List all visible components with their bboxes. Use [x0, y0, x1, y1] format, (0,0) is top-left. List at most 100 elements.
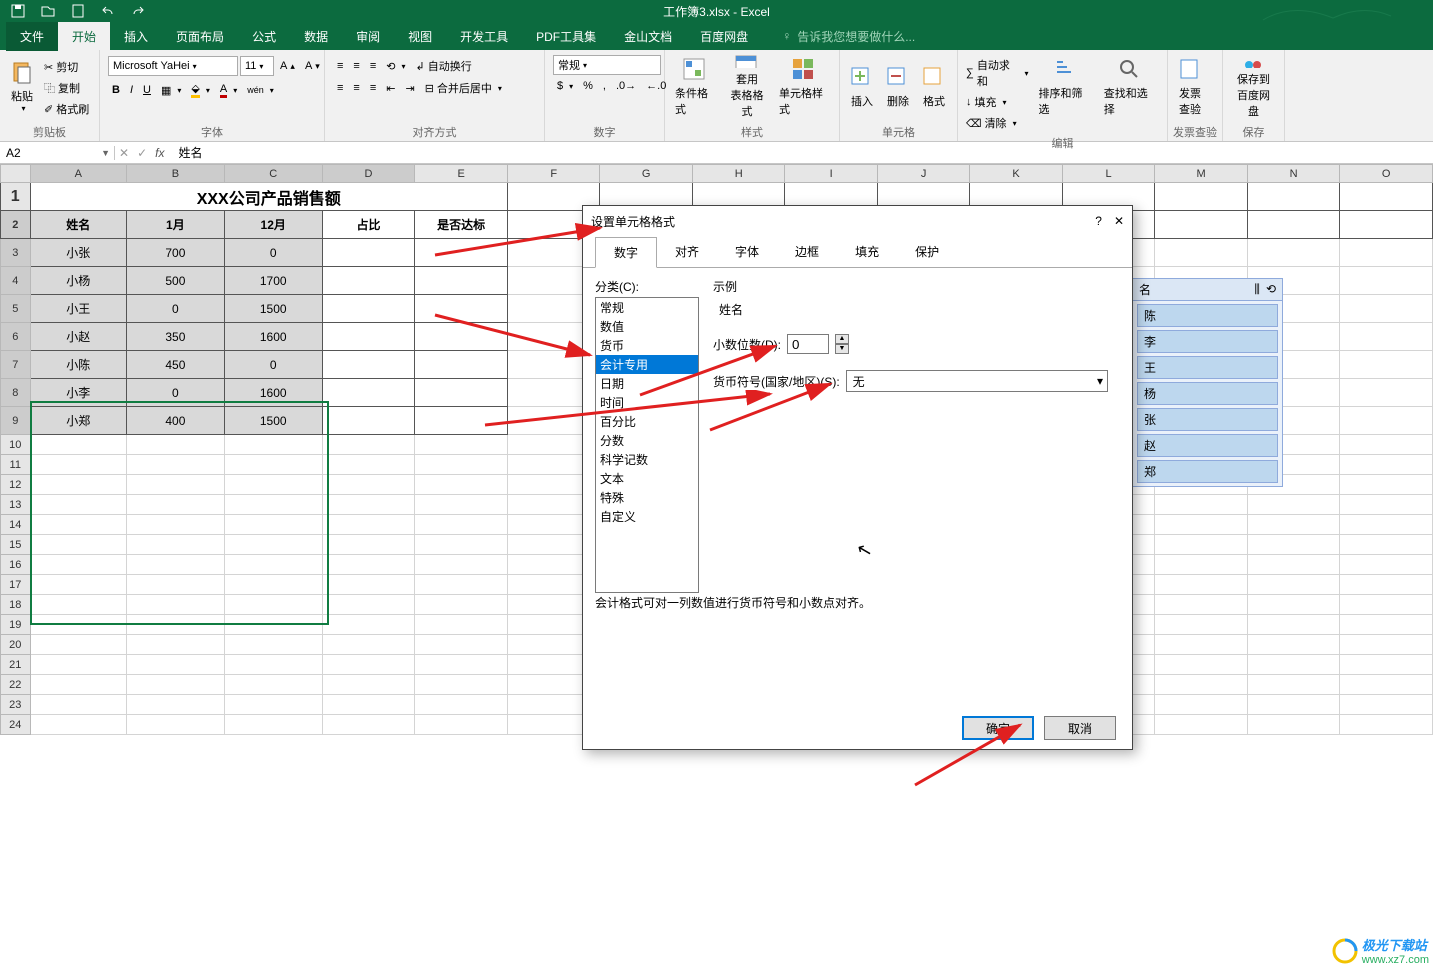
comma-button[interactable]: , — [599, 78, 610, 94]
cell-9-3[interactable] — [322, 407, 415, 435]
underline-button[interactable]: U — [139, 82, 155, 98]
row-header-11[interactable]: 11 — [1, 455, 31, 475]
new-icon[interactable] — [70, 3, 86, 19]
wrap-text-button[interactable]: ↲自动换行 — [412, 56, 476, 76]
orientation-button[interactable]: ⟲▾ — [382, 58, 409, 75]
cell-18-2[interactable] — [224, 595, 322, 615]
cell-10-2[interactable] — [224, 435, 322, 455]
cell-19-14[interactable] — [1340, 615, 1433, 635]
category-item-自定义[interactable]: 自定义 — [596, 507, 698, 526]
cell-16-13[interactable] — [1247, 555, 1340, 575]
row-header-20[interactable]: 20 — [1, 635, 31, 655]
delete-cell-button[interactable]: 删除 — [880, 53, 916, 121]
cell-8-3[interactable] — [322, 379, 415, 407]
cell-10-14[interactable] — [1340, 435, 1433, 455]
col-header-N[interactable]: N — [1247, 165, 1340, 183]
cell-14-4[interactable] — [415, 515, 508, 535]
menu-baidu[interactable]: 百度网盘 — [686, 22, 762, 51]
cell-12-2[interactable] — [224, 475, 322, 495]
cell-11-2[interactable] — [224, 455, 322, 475]
cell-22-12[interactable] — [1155, 675, 1248, 695]
cell-15-1[interactable] — [127, 535, 225, 555]
col-header-I[interactable]: I — [785, 165, 877, 183]
multi-select-icon[interactable]: ⫼ — [1254, 282, 1260, 297]
category-item-分数[interactable]: 分数 — [596, 431, 698, 450]
cell-24-3[interactable] — [322, 715, 415, 735]
cell-18-3[interactable] — [322, 595, 415, 615]
dialog-tab-字体[interactable]: 字体 — [717, 237, 777, 268]
cell-5-1[interactable]: 0 — [127, 295, 225, 323]
cell-18-12[interactable] — [1155, 595, 1248, 615]
cell-2-14[interactable] — [1340, 211, 1433, 239]
cell-8-14[interactable] — [1340, 379, 1433, 407]
cell-17-13[interactable] — [1247, 575, 1340, 595]
cell-20-14[interactable] — [1340, 635, 1433, 655]
cell-13-14[interactable] — [1340, 495, 1433, 515]
cell-4-14[interactable] — [1340, 267, 1433, 295]
cell-4-2[interactable]: 1700 — [224, 267, 322, 295]
cell-styles-button[interactable]: 单元格样式 — [773, 53, 835, 121]
autosum-button[interactable]: ∑自动求和▾ — [962, 55, 1033, 91]
col-header-F[interactable]: F — [507, 165, 599, 183]
cell-10-4[interactable] — [415, 435, 508, 455]
help-icon[interactable]: ? — [1095, 214, 1102, 228]
cell-14-0[interactable] — [30, 515, 127, 535]
category-item-日期[interactable]: 日期 — [596, 374, 698, 393]
row-header-16[interactable]: 16 — [1, 555, 31, 575]
col-header-C[interactable]: C — [224, 165, 322, 183]
cell-18-1[interactable] — [127, 595, 225, 615]
cell-11-3[interactable] — [322, 455, 415, 475]
percent-button[interactable]: % — [579, 78, 597, 94]
row-header-1[interactable]: 1 — [1, 183, 31, 211]
cell-9-14[interactable] — [1340, 407, 1433, 435]
decimal-input[interactable] — [787, 334, 829, 354]
align-center-button[interactable]: ≡ — [349, 80, 363, 96]
row-header-21[interactable]: 21 — [1, 655, 31, 675]
cell-19-13[interactable] — [1247, 615, 1340, 635]
cell-16-1[interactable] — [127, 555, 225, 575]
cell-6-14[interactable] — [1340, 323, 1433, 351]
cell-3-1[interactable]: 700 — [127, 239, 225, 267]
copy-button[interactable]: ⿻复制 — [40, 78, 93, 98]
cell-3-0[interactable]: 小张 — [30, 239, 127, 267]
cell-12-14[interactable] — [1340, 475, 1433, 495]
cell-12-1[interactable] — [127, 475, 225, 495]
filter-item-郑[interactable]: 郑 — [1137, 460, 1278, 483]
category-list[interactable]: 常规数值货币会计专用日期时间百分比分数科学记数文本特殊自定义 — [595, 297, 699, 593]
cell-2-13[interactable] — [1247, 211, 1340, 239]
formula-input[interactable]: 姓名 — [168, 144, 1433, 161]
cell-4-1[interactable]: 500 — [127, 267, 225, 295]
fill-color-button[interactable]: ⬙▾ — [187, 80, 213, 100]
cell-14-14[interactable] — [1340, 515, 1433, 535]
dialog-tab-填充[interactable]: 填充 — [837, 237, 897, 268]
cell-23-3[interactable] — [322, 695, 415, 715]
currency-button[interactable]: $▾ — [553, 78, 577, 94]
cell-10-3[interactable] — [322, 435, 415, 455]
cell-17-0[interactable] — [30, 575, 127, 595]
save-icon[interactable] — [10, 3, 26, 19]
baidu-save-button[interactable]: 保存到 百度网盘 — [1227, 53, 1280, 121]
filter-item-陈[interactable]: 陈 — [1137, 304, 1278, 327]
cell-15-4[interactable] — [415, 535, 508, 555]
increase-font-button[interactable]: A▴ — [276, 58, 299, 74]
cell-20-12[interactable] — [1155, 635, 1248, 655]
row-header-10[interactable]: 10 — [1, 435, 31, 455]
cell-15-3[interactable] — [322, 535, 415, 555]
number-format-combo[interactable]: 常规▾ — [553, 55, 661, 75]
format-painter-button[interactable]: ✐格式刷 — [40, 99, 93, 119]
row-header-15[interactable]: 15 — [1, 535, 31, 555]
cell-9-2[interactable]: 1500 — [224, 407, 322, 435]
category-item-特殊[interactable]: 特殊 — [596, 488, 698, 507]
fx-icon[interactable]: fx — [155, 146, 164, 160]
cell-16-0[interactable] — [30, 555, 127, 575]
cell-17-4[interactable] — [415, 575, 508, 595]
cell-17-2[interactable] — [224, 575, 322, 595]
cell-14-1[interactable] — [127, 515, 225, 535]
cell-23-4[interactable] — [415, 695, 508, 715]
cell-22-0[interactable] — [30, 675, 127, 695]
indent-dec-button[interactable]: ⇤ — [382, 80, 399, 97]
cell-13-12[interactable] — [1155, 495, 1248, 515]
row-header-2[interactable]: 2 — [1, 211, 31, 239]
row-header-17[interactable]: 17 — [1, 575, 31, 595]
category-item-科学记数[interactable]: 科学记数 — [596, 450, 698, 469]
